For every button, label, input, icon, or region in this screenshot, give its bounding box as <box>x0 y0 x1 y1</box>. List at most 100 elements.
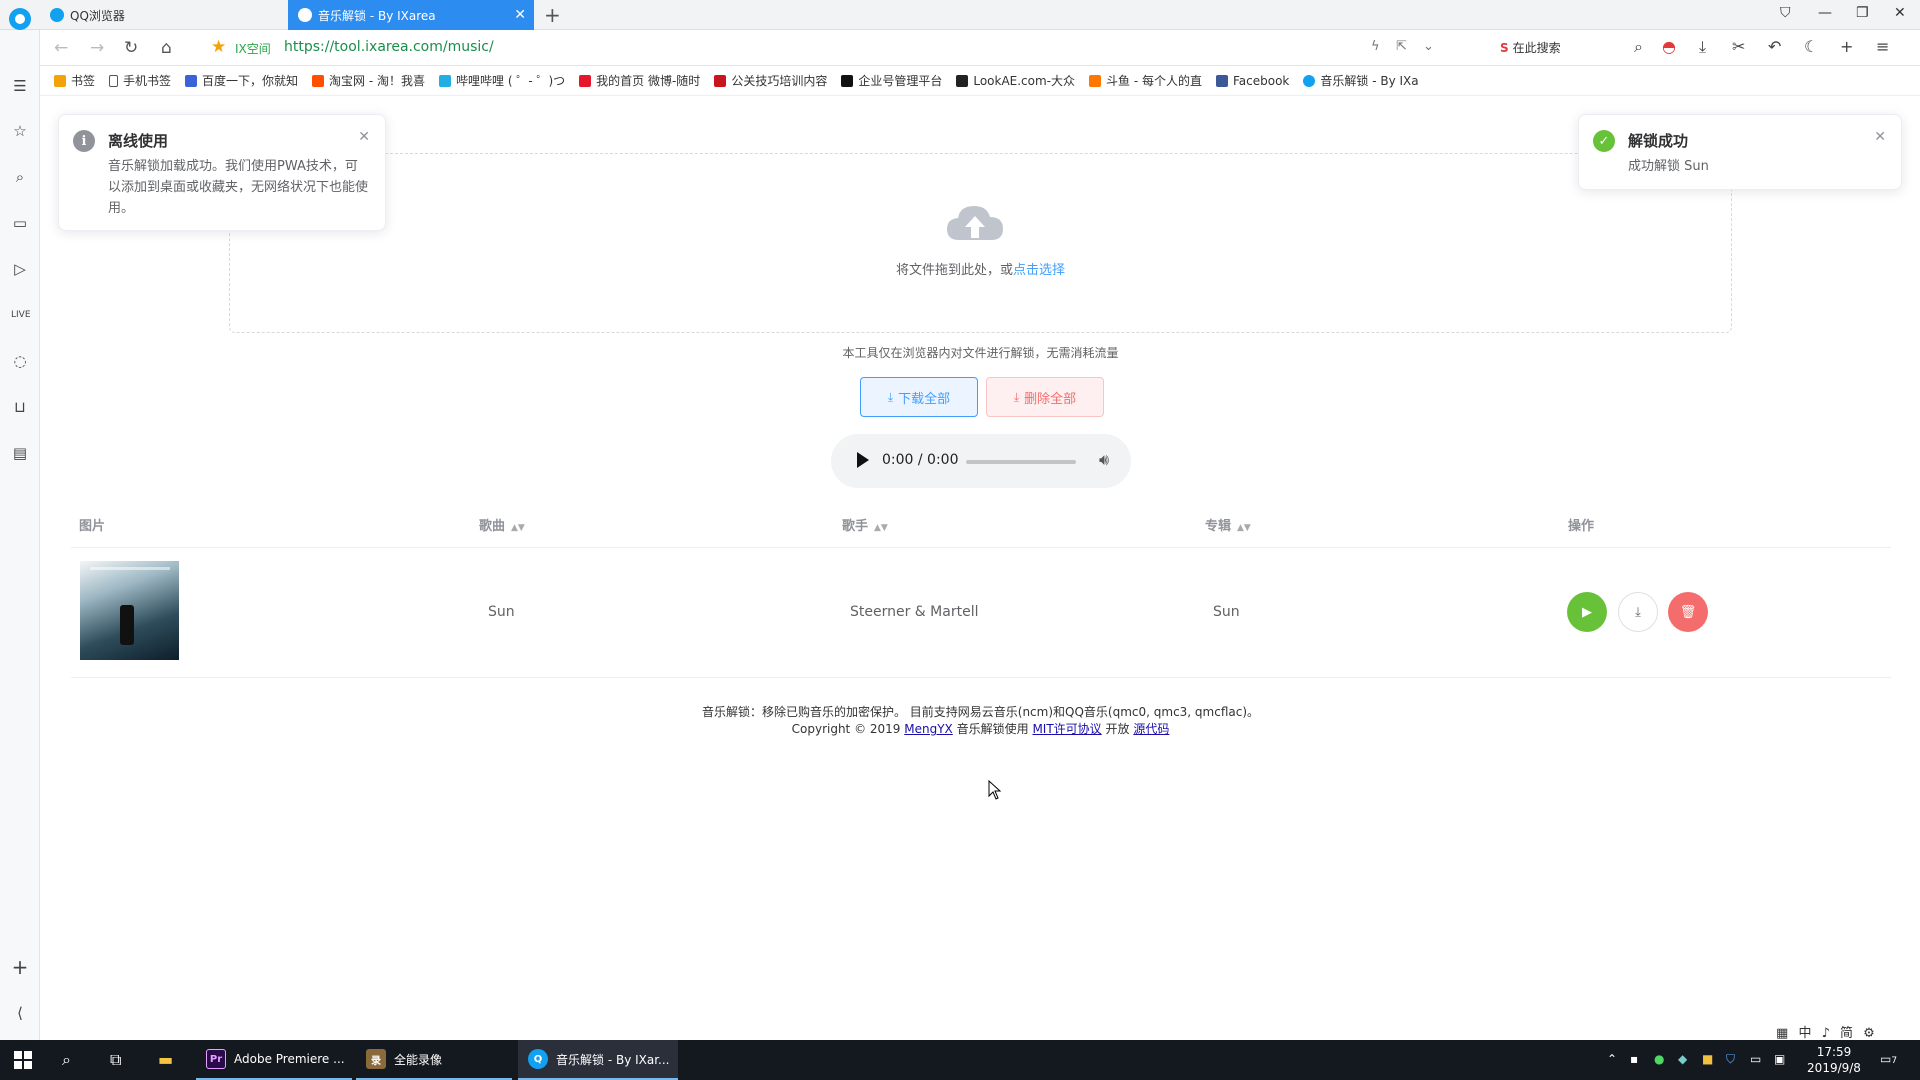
search-box[interactable]: S 在此搜索 <box>1500 39 1561 56</box>
back-icon[interactable]: ← <box>54 38 68 58</box>
bookmark-label: 斗鱼 - 每个人的直 <box>1106 74 1202 88</box>
tray-app-icon[interactable]: ■ <box>1702 1052 1713 1066</box>
header-actions: 操作 <box>1568 519 1595 534</box>
clock-date: 2019/9/8 <box>1807 1061 1861 1075</box>
restore-icon[interactable]: ❐ <box>1856 5 1869 21</box>
task-view-icon[interactable]: ⧉ <box>110 1050 121 1070</box>
undo-icon[interactable]: ↶ <box>1768 37 1781 56</box>
scissors-icon[interactable]: ✂ <box>1732 37 1745 56</box>
news-icon[interactable]: ☰ <box>11 77 29 95</box>
taskbar-app-recorder[interactable]: 录 全能录像 <box>356 1040 512 1080</box>
translate-icon[interactable]: ▤ <box>11 444 29 462</box>
add-icon[interactable]: + <box>11 957 29 977</box>
seek-slider[interactable] <box>966 460 1076 464</box>
bookmark-item[interactable]: 斗鱼 - 每个人的直 <box>1089 72 1202 89</box>
system-clock[interactable]: 17:59 2019/9/8 <box>1804 1044 1864 1076</box>
lightning-icon[interactable]: ϟ <box>1371 39 1380 54</box>
new-tab-icon[interactable]: + <box>544 3 561 27</box>
download-icon: ⤓ <box>1635 604 1641 620</box>
close-icon[interactable]: ✕ <box>358 129 370 145</box>
play-circle-icon: ▶ <box>1582 604 1592 620</box>
play-icon[interactable] <box>857 452 869 468</box>
delete-all-button[interactable]: ⤓ 删除全部 <box>986 377 1104 417</box>
bookmark-item[interactable]: LookAE.com-大众 <box>956 72 1075 89</box>
game-icon[interactable]: ◓ <box>1662 37 1676 56</box>
bookmark-item[interactable]: 我的首页 微博-随时 <box>579 72 700 89</box>
download-all-button[interactable]: ⤓ 下载全部 <box>860 377 978 417</box>
bookmark-item[interactable]: 企业号管理平台 <box>841 72 942 89</box>
license-link[interactable]: MIT许可协议 <box>1032 722 1101 736</box>
footer-open-text: 开放 <box>1105 722 1130 736</box>
menu-icon[interactable]: ≡ <box>1876 37 1889 56</box>
close-icon[interactable]: ✕ <box>1874 129 1886 145</box>
bookmark-item[interactable]: 哔哩哔哩 ( ゜- ゜)つ <box>439 72 565 89</box>
upload-dropzone[interactable]: 将文件拖到此处，或点击选择 <box>229 153 1732 333</box>
url-input[interactable]: https://tool.ixarea.com/music/ <box>284 39 494 55</box>
bookmark-item[interactable]: 淘宝网 - 淘！我喜 <box>312 72 425 89</box>
delete-track-button[interactable]: 🗑︎ <box>1668 592 1708 632</box>
home-icon[interactable]: ⌂ <box>161 38 172 58</box>
ime-status-bar[interactable]: ▦ 中 ♪ 简 ⚙ <box>1776 1022 1878 1041</box>
bookmark-label: 手机书签 <box>123 74 172 88</box>
search-icon[interactable]: ⌕ <box>11 168 29 186</box>
bookmark-star-icon[interactable]: ★ <box>211 37 226 57</box>
download-track-button[interactable]: ⤓ <box>1618 592 1658 632</box>
delete-all-label: 删除全部 <box>1024 391 1077 407</box>
tray-expand-icon[interactable]: ⌃ <box>1607 1052 1617 1066</box>
taskbar-app-premiere[interactable]: Pr Adobe Premiere ... <box>196 1040 352 1080</box>
search-go-icon[interactable]: ⌕ <box>1634 37 1643 57</box>
tray-app-icon[interactable]: ▪ <box>1630 1052 1638 1066</box>
bookmark-item[interactable]: 百度一下，你就知 <box>185 72 298 89</box>
upload-instruction: 将文件拖到此处，或点击选择 <box>230 259 1731 278</box>
header-artist[interactable]: 歌手 ▲▼ <box>842 515 888 534</box>
tab-music-unlock[interactable]: 音乐解锁 - By IXarea ✕ <box>288 0 534 30</box>
taskbar-app-browser[interactable]: Q 音乐解锁 - By IXar... <box>518 1040 678 1080</box>
chat-icon[interactable]: ◌ <box>11 352 29 370</box>
night-mode-icon[interactable]: ☾ <box>1804 37 1818 56</box>
network-icon[interactable]: ▣ <box>1774 1052 1785 1066</box>
tshirt-icon[interactable]: ⛉ <box>1780 5 1791 21</box>
notification-center-icon[interactable]: ▭7 <box>1880 1052 1897 1066</box>
share-icon[interactable]: ⇱ <box>1396 39 1407 54</box>
bookmark-item[interactable]: 音乐解锁 - By IXa <box>1303 72 1419 89</box>
bookmark-item[interactable]: 书签 <box>54 72 95 89</box>
wechat-icon[interactable]: ● <box>1654 1052 1664 1066</box>
music-unlock-icon <box>1303 74 1316 87</box>
live-icon[interactable]: LIVE <box>11 306 31 324</box>
favorites-star-icon[interactable]: ☆ <box>11 122 29 140</box>
tab-close-icon[interactable]: ✕ <box>514 7 526 23</box>
close-window-icon[interactable]: ✕ <box>1894 5 1906 21</box>
forward-icon[interactable]: → <box>90 38 104 58</box>
bookmark-item[interactable]: Facebook <box>1216 74 1289 88</box>
source-code-link[interactable]: 源代码 <box>1133 722 1169 736</box>
search-icon[interactable]: ⌕ <box>62 1050 71 1070</box>
dropdown-icon[interactable]: ⌄ <box>1423 39 1434 54</box>
add-tool-icon[interactable]: + <box>1840 37 1853 56</box>
collapse-sidebar-icon[interactable]: ⟨ <box>11 1004 29 1022</box>
video-icon[interactable]: ▷ <box>11 260 29 278</box>
tab-qq-browser[interactable]: QQ浏览器 <box>40 0 288 30</box>
volume-icon[interactable]: 🔊︎ <box>1099 450 1109 470</box>
author-link[interactable]: MengYX <box>904 722 953 736</box>
shield-icon[interactable]: ⛉ <box>1726 1052 1735 1067</box>
player-time: 0:00 / 0:00 <box>882 452 959 468</box>
battery-icon[interactable]: ▭ <box>1750 1052 1761 1066</box>
bookmark-item[interactable]: 手机书签 <box>109 72 171 89</box>
bookmark-item[interactable]: 公关技巧培训内容 <box>714 72 827 89</box>
download-icon[interactable]: ⤓ <box>1699 37 1706 57</box>
minimize-icon[interactable]: — <box>1818 5 1832 21</box>
sort-icon[interactable]: ▲▼ <box>874 523 888 533</box>
book-icon[interactable]: ▭ <box>11 214 29 232</box>
reload-icon[interactable]: ↻ <box>124 38 138 58</box>
ime-label: 中 ♪ 简 <box>1798 1026 1856 1041</box>
cart-icon[interactable]: ⊔ <box>11 398 29 416</box>
file-explorer-icon[interactable]: ▬ <box>158 1050 173 1069</box>
header-song[interactable]: 歌曲 ▲▼ <box>479 515 525 534</box>
windows-start-icon[interactable] <box>14 1051 32 1069</box>
select-file-link[interactable]: 点击选择 <box>1013 263 1065 278</box>
sort-icon[interactable]: ▲▼ <box>511 523 525 533</box>
sort-icon[interactable]: ▲▼ <box>1237 523 1251 533</box>
tray-app-icon[interactable]: ◆ <box>1678 1052 1687 1066</box>
header-album[interactable]: 专辑 ▲▼ <box>1205 515 1251 534</box>
play-track-button[interactable]: ▶ <box>1567 592 1607 632</box>
